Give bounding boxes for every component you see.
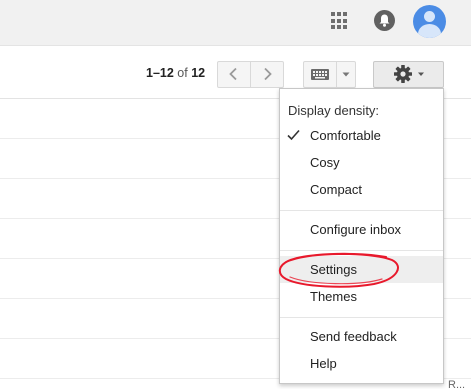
gear-icon bbox=[394, 65, 424, 83]
menu-item-label: Themes bbox=[310, 289, 357, 304]
density-option-comfortable[interactable]: Comfortable bbox=[280, 122, 443, 149]
newer-page-button[interactable] bbox=[217, 61, 251, 88]
chevron-left-icon bbox=[229, 67, 237, 81]
menu-item-label: Send feedback bbox=[310, 329, 397, 344]
menu-separator bbox=[280, 250, 443, 251]
checkmark-icon bbox=[287, 129, 300, 141]
menu-item-label: Settings bbox=[310, 262, 357, 277]
apps-grid-icon[interactable] bbox=[331, 12, 349, 30]
settings-menu: Display density: Comfortable Cosy Compac… bbox=[279, 88, 444, 384]
menu-item-help[interactable]: Help bbox=[280, 350, 443, 377]
bell-icon bbox=[379, 14, 390, 27]
menu-item-themes[interactable]: Themes bbox=[280, 283, 443, 310]
menu-item-configure-inbox[interactable]: Configure inbox bbox=[280, 216, 443, 243]
menu-item-label: Help bbox=[310, 356, 337, 371]
pager-total: 12 bbox=[191, 66, 206, 80]
caret-down-icon bbox=[342, 72, 350, 77]
avatar-body bbox=[418, 24, 441, 38]
density-option-compact[interactable]: Compact bbox=[280, 176, 443, 203]
top-bar bbox=[0, 0, 471, 46]
partial-edge-text: R... bbox=[448, 379, 466, 389]
pager-range: 1–12 bbox=[146, 66, 174, 80]
density-option-label: Compact bbox=[310, 182, 363, 197]
chevron-right-icon bbox=[264, 67, 272, 81]
menu-item-label: Configure inbox bbox=[310, 222, 402, 237]
notifications-button[interactable] bbox=[374, 10, 395, 31]
keyboard-icon bbox=[311, 69, 329, 80]
input-tools-button[interactable] bbox=[303, 61, 337, 88]
menu-separator bbox=[280, 210, 443, 211]
menu-separator bbox=[280, 317, 443, 318]
pagination-text: 1–12 of 12 bbox=[146, 66, 205, 80]
account-avatar[interactable] bbox=[413, 5, 446, 38]
menu-item-settings[interactable]: Settings bbox=[280, 256, 443, 283]
settings-gear-button[interactable] bbox=[373, 61, 444, 88]
density-option-cosy[interactable]: Cosy bbox=[280, 149, 443, 176]
display-density-heading: Display density: bbox=[288, 103, 380, 118]
avatar-head bbox=[424, 11, 435, 22]
pager-of: of bbox=[177, 66, 188, 80]
menu-item-send-feedback[interactable]: Send feedback bbox=[280, 323, 443, 350]
density-option-label: Comfortable bbox=[310, 128, 381, 143]
older-page-button[interactable] bbox=[250, 61, 284, 88]
density-option-label: Cosy bbox=[310, 155, 340, 170]
input-tools-dropdown-button[interactable] bbox=[336, 61, 356, 88]
